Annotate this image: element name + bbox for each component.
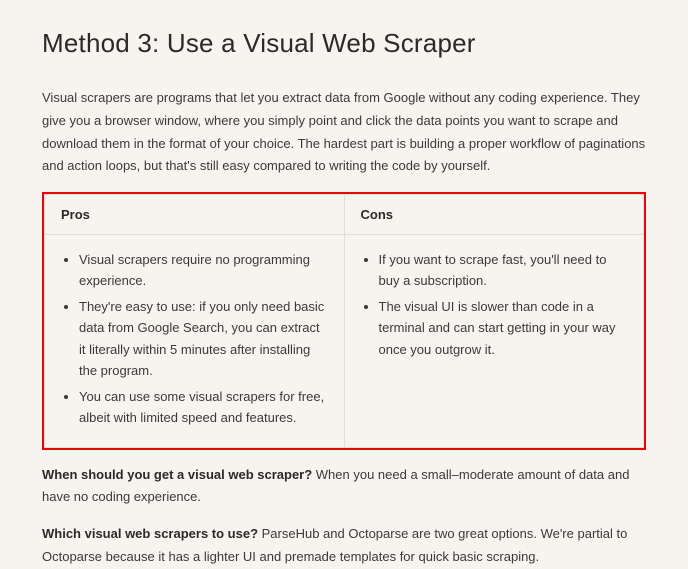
list-item: They're easy to use: if you only need ba…	[79, 296, 328, 382]
cons-cell: If you want to scrape fast, you'll need …	[344, 235, 644, 448]
pros-cons-table-wrap: Pros Cons Visual scrapers require no pro…	[42, 192, 646, 450]
list-item: You can use some visual scrapers for fre…	[79, 386, 328, 429]
pros-cons-table: Pros Cons Visual scrapers require no pro…	[44, 194, 644, 448]
method-heading: Method 3: Use a Visual Web Scraper	[42, 28, 646, 59]
intro-paragraph: Visual scrapers are programs that let yo…	[42, 87, 646, 178]
cons-header: Cons	[344, 195, 644, 235]
list-item: If you want to scrape fast, you'll need …	[379, 249, 628, 292]
pros-header: Pros	[45, 195, 345, 235]
when-lead: When should you get a visual web scraper…	[42, 467, 312, 482]
which-lead: Which visual web scrapers to use?	[42, 526, 258, 541]
list-item: Visual scrapers require no programming e…	[79, 249, 328, 292]
list-item: The visual UI is slower than code in a t…	[379, 296, 628, 360]
which-paragraph: Which visual web scrapers to use? ParseH…	[42, 523, 646, 569]
when-paragraph: When should you get a visual web scraper…	[42, 464, 646, 510]
pros-cell: Visual scrapers require no programming e…	[45, 235, 345, 448]
